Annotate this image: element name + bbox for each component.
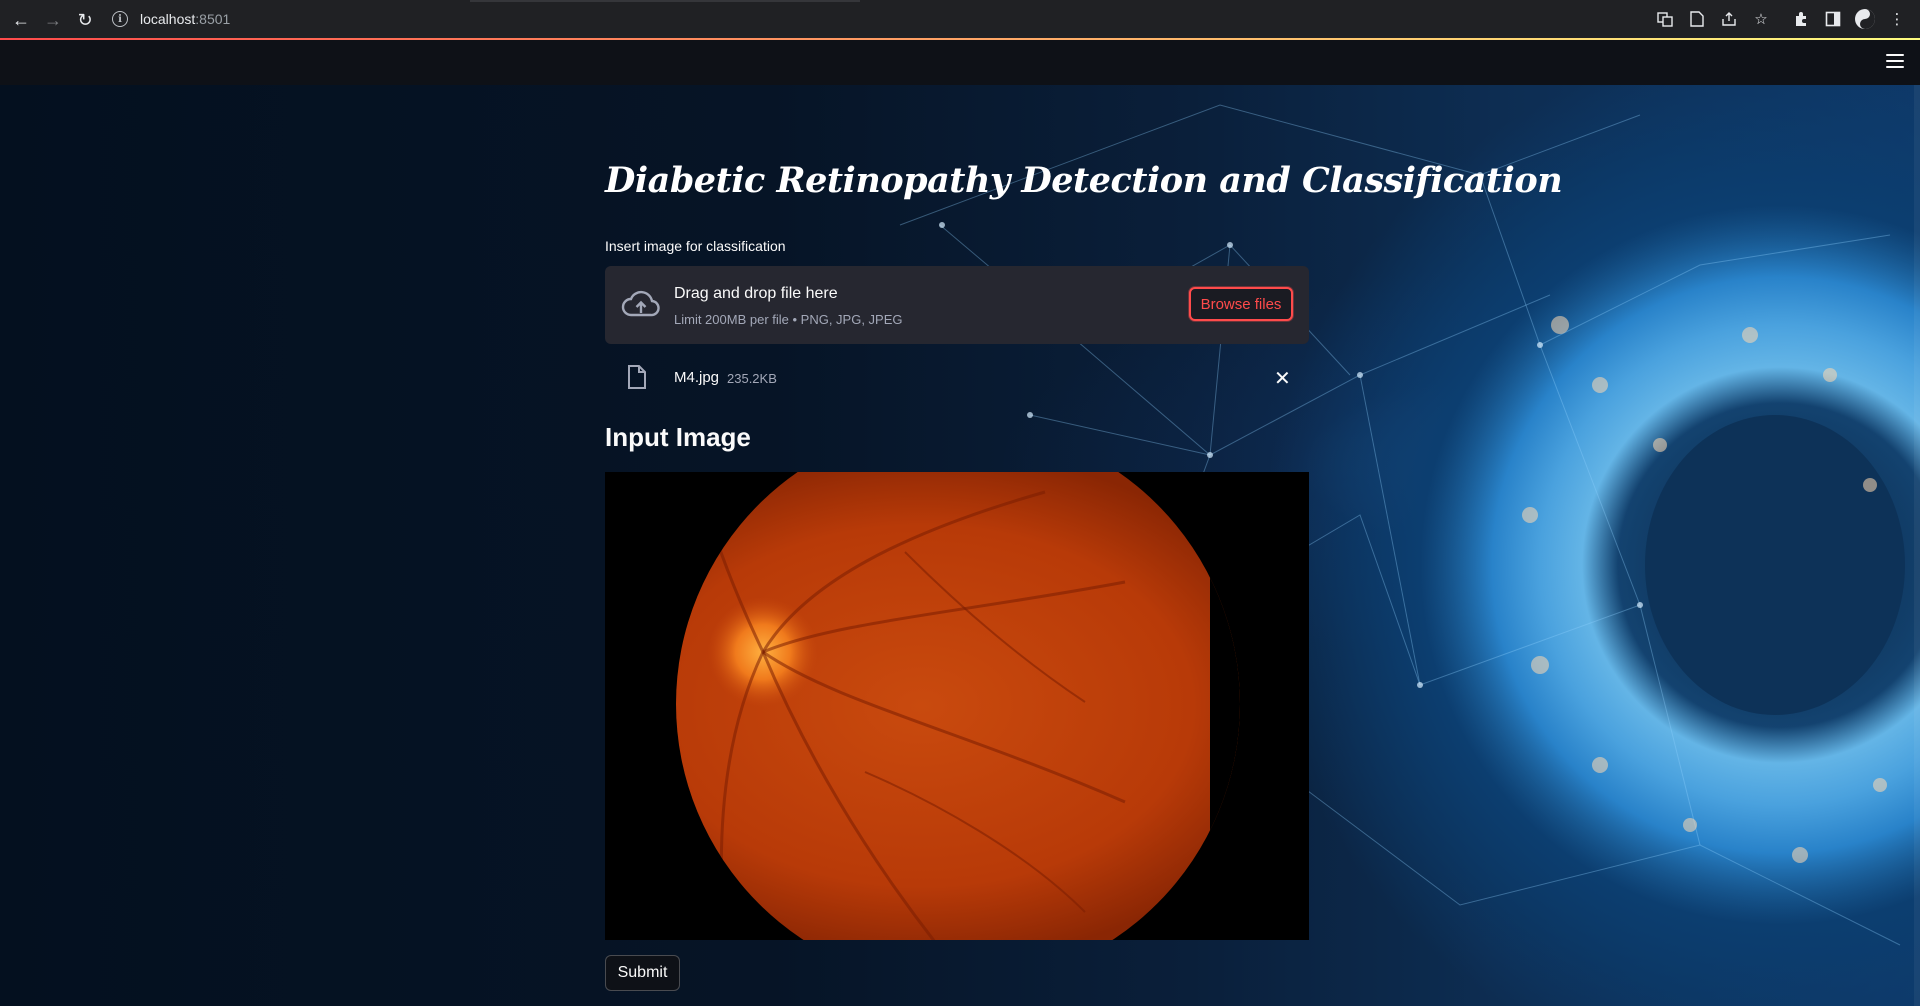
app-header <box>0 38 1920 85</box>
extensions-icon[interactable] <box>1790 8 1812 30</box>
scrollbar[interactable] <box>1914 85 1920 1006</box>
page-title: Diabetic Retinopathy Detection and Class… <box>605 160 1563 201</box>
share-icon[interactable] <box>1718 8 1740 30</box>
file-icon <box>628 365 646 389</box>
browse-files-button[interactable]: Browse files <box>1189 287 1293 321</box>
cloud-upload-icon <box>621 290 660 317</box>
star-icon[interactable]: ☆ <box>1750 8 1772 30</box>
drag-drop-text: Drag and drop file here <box>674 285 838 302</box>
page-icon[interactable] <box>1686 8 1708 30</box>
info-icon[interactable]: i <box>112 11 128 27</box>
profile-icon[interactable] <box>1854 8 1876 30</box>
uploader-label: Insert image for classification <box>605 238 786 254</box>
input-fundus-image <box>605 472 1309 940</box>
file-limit-text: Limit 200MB per file • PNG, JPG, JPEG <box>674 312 903 327</box>
forward-arrow-icon[interactable]: → <box>40 7 66 33</box>
url-port: :8501 <box>195 11 231 27</box>
file-size: 235.2KB <box>727 371 777 386</box>
reload-icon[interactable]: ↻ <box>72 7 98 33</box>
browser-toolbar: ← → ↻ i localhost:8501 ☆ ⋮ <box>0 0 1920 40</box>
back-arrow-icon[interactable]: ← <box>8 7 34 33</box>
url-host: localhost <box>140 11 196 27</box>
side-panel-icon[interactable] <box>1822 8 1844 30</box>
tab-strip <box>470 0 860 2</box>
submit-button[interactable]: Submit <box>605 955 680 991</box>
translate-icon[interactable] <box>1654 8 1676 30</box>
menu-dots-icon[interactable]: ⋮ <box>1886 8 1908 30</box>
file-dropzone[interactable]: Drag and drop file here Limit 200MB per … <box>605 266 1309 344</box>
uploaded-file-row: M4.jpg 235.2KB ✕ <box>605 360 1309 400</box>
hamburger-menu-icon[interactable] <box>1886 54 1904 68</box>
remove-file-icon[interactable]: ✕ <box>1274 366 1291 391</box>
file-name: M4.jpg <box>674 369 720 386</box>
header-decoration <box>0 38 1920 40</box>
address-bar[interactable]: i localhost:8501 <box>112 4 1652 34</box>
input-image-heading: Input Image <box>605 422 751 452</box>
